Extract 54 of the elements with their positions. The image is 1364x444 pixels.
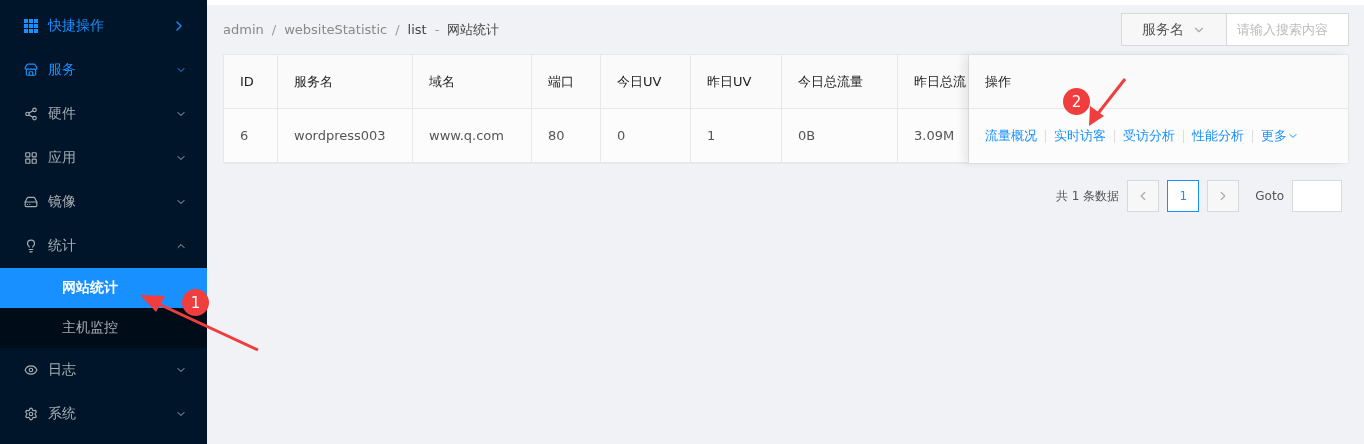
- share-icon: [24, 107, 38, 121]
- annotation-arrow: [1089, 78, 1127, 126]
- page-button[interactable]: 1: [1167, 180, 1200, 212]
- sidebar-item[interactable]: 统计: [0, 224, 207, 268]
- breadcrumb-link[interactable]: websiteStatistic: [284, 22, 388, 37]
- grid-icon: [24, 151, 38, 165]
- table-cell: 6: [224, 109, 278, 163]
- sidebar-item[interactable]: 服务: [0, 48, 207, 92]
- column-header: 今日UV: [601, 55, 691, 109]
- column-header: 端口: [532, 55, 601, 109]
- sidebar-item[interactable]: 系统: [0, 392, 207, 436]
- settings-icon: [24, 407, 38, 421]
- breadcrumb-current: list: [407, 22, 427, 37]
- drive-icon: [24, 195, 38, 209]
- action-link[interactable]: 性能分析: [1192, 127, 1244, 145]
- shop-icon: [24, 63, 38, 77]
- breadcrumb-separator: -: [434, 22, 440, 37]
- breadcrumb-link[interactable]: admin: [223, 22, 264, 37]
- sidebar-item[interactable]: 硬件: [0, 92, 207, 136]
- field-select[interactable]: 服务名: [1121, 13, 1227, 46]
- search-field[interactable]: 请输入搜索内容: [1227, 13, 1349, 46]
- table-cell: 0B: [782, 109, 898, 163]
- sidebar-item[interactable]: 快捷操作: [0, 4, 207, 48]
- table-cell: 80: [532, 109, 601, 163]
- table-cell: 1: [691, 109, 782, 163]
- more-dropdown[interactable]: 更多: [1261, 127, 1299, 145]
- sidebar-item[interactable]: 日志: [0, 348, 207, 392]
- table-cell: www.q.com: [413, 109, 532, 163]
- action-link[interactable]: 受访分析: [1123, 127, 1175, 145]
- goto-field[interactable]: [1292, 180, 1342, 212]
- goto-label: Goto: [1255, 189, 1284, 203]
- sidebar-item[interactable]: 应用: [0, 136, 207, 180]
- column-header: 昨日总流: [898, 55, 969, 109]
- breadcrumb-separator: /: [395, 22, 400, 37]
- column-header: 今日总流量: [782, 55, 898, 109]
- page-title: 网站统计: [447, 20, 500, 39]
- table-cell: 3.09M: [898, 109, 969, 163]
- total-count: 共 1 条数据: [1056, 187, 1120, 205]
- column-header: ID: [224, 55, 278, 109]
- column-header: 域名: [413, 55, 532, 109]
- submenu-item[interactable]: 主机监控: [0, 308, 207, 348]
- table-cell: 0: [601, 109, 691, 163]
- action-link[interactable]: 流量概况: [985, 127, 1037, 145]
- eye-icon: [24, 363, 38, 377]
- sidebar-item[interactable]: 镜像: [0, 180, 207, 224]
- grid-icon: [24, 19, 38, 33]
- breadcrumb-separator: /: [271, 22, 277, 37]
- column-header: 昨日UV: [691, 55, 782, 109]
- column-header: 服务名: [278, 55, 413, 109]
- table-cell: wordpress003: [278, 109, 413, 163]
- prev-page-button[interactable]: [1127, 180, 1160, 212]
- lightbulb-icon: [24, 239, 38, 253]
- next-page-button[interactable]: [1207, 180, 1240, 212]
- action-link[interactable]: 实时访客: [1054, 127, 1106, 145]
